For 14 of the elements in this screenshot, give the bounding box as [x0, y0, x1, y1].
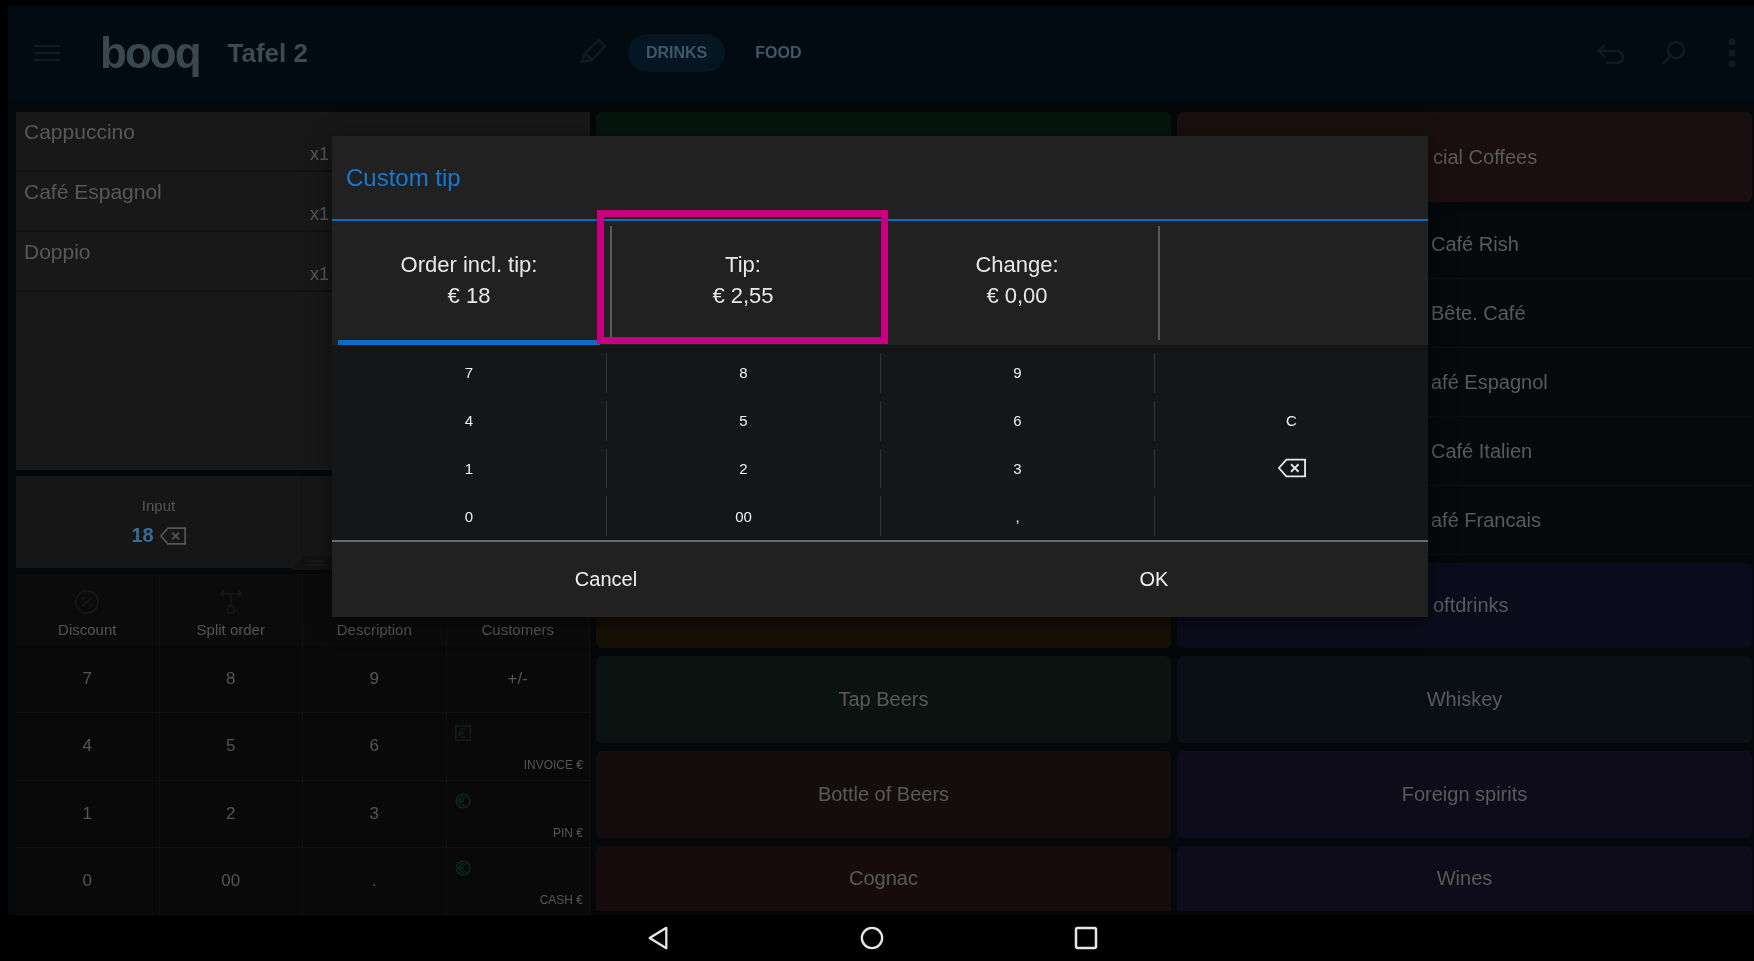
- order-item-quantity: x1: [310, 204, 329, 225]
- amount-value: € 18: [447, 282, 491, 309]
- order-item-quantity: x1: [310, 264, 329, 285]
- amount-value: € 0,00: [986, 282, 1048, 309]
- amount-label: Change:: [975, 252, 1059, 279]
- amount-label: Order incl. tip:: [400, 252, 538, 279]
- input-value: 18: [131, 524, 154, 547]
- table-title: Tafel 2: [227, 37, 308, 69]
- amount-value: € 2,55: [712, 282, 774, 309]
- dialog-title: Custom tip: [332, 136, 1428, 221]
- logo: booq: [100, 31, 200, 75]
- input-label: Input: [141, 497, 176, 514]
- amount-label: Tip:: [725, 252, 761, 279]
- order-item-quantity: x1: [310, 144, 329, 165]
